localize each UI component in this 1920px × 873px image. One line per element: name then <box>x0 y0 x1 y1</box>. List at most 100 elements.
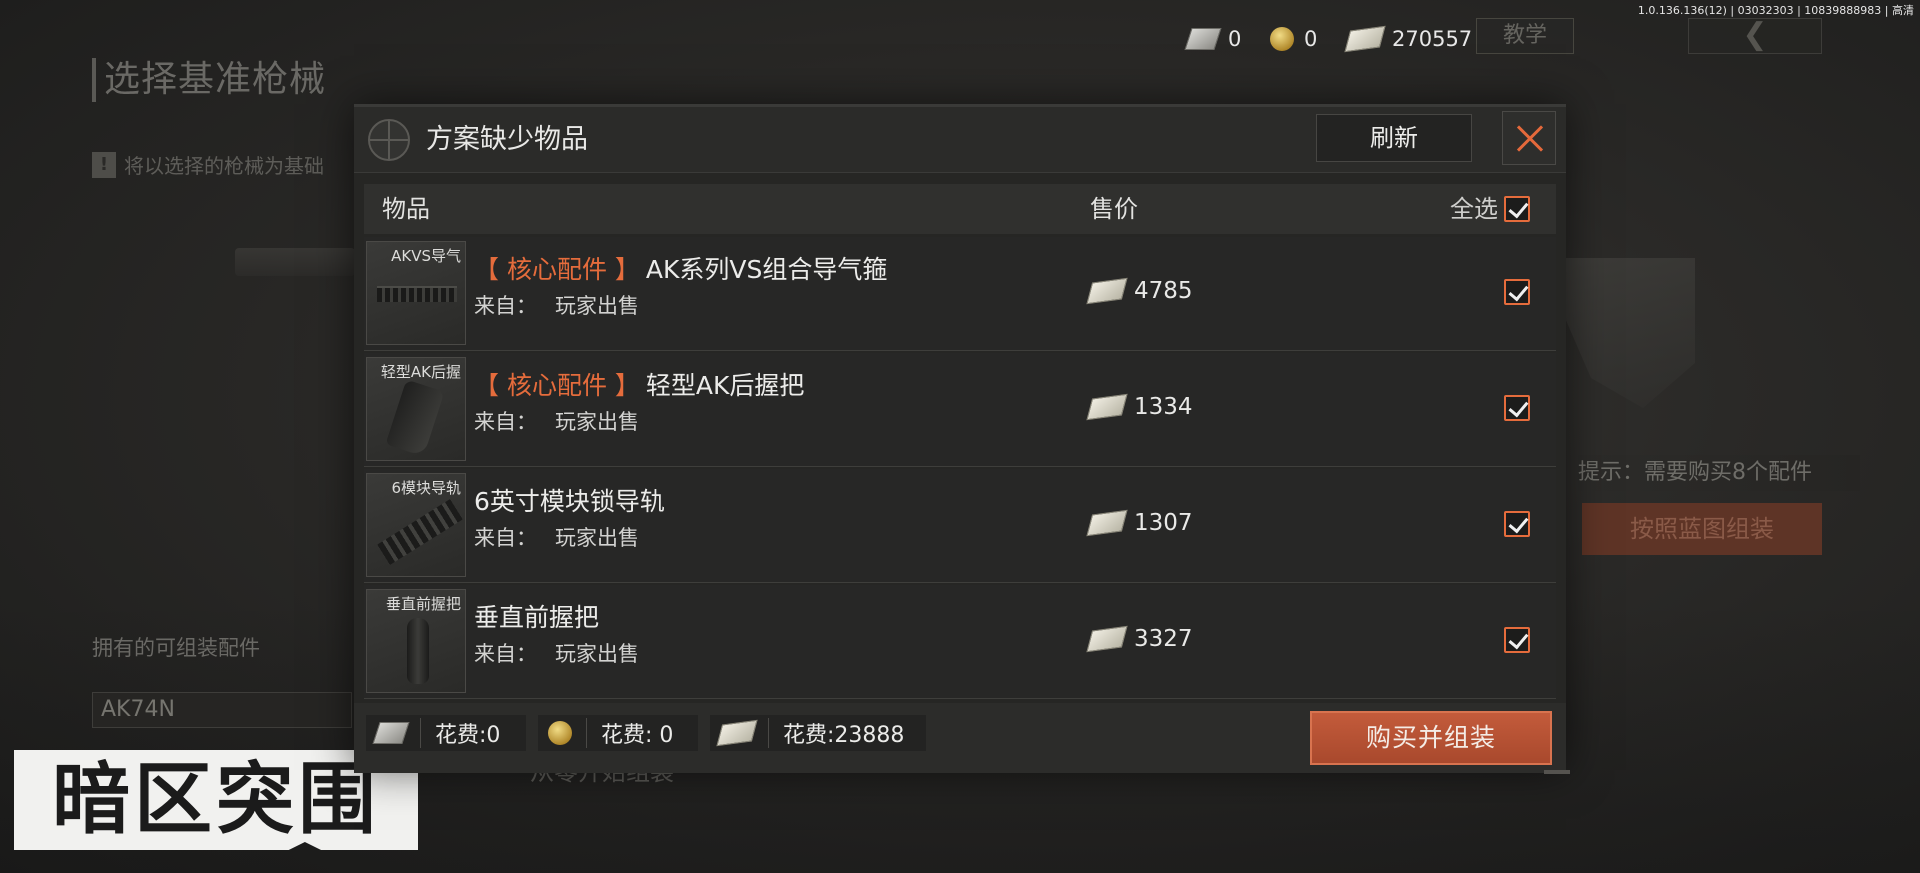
warning-icon: ! <box>92 151 116 178</box>
base-weapon-note: ! 将以选择的枪械为基础 <box>92 150 324 179</box>
tutorial-button[interactable]: 教学 <box>1476 18 1574 54</box>
table-header: 物品 售价 全选 <box>364 184 1556 234</box>
core-part-tag: 【 核心配件 】 <box>474 255 640 284</box>
column-header-item: 物品 <box>382 195 430 223</box>
item-price: 4785 <box>1086 271 1193 311</box>
pistol-grip-icon <box>385 379 445 457</box>
cash-icon <box>1086 393 1128 421</box>
page-title: 选择基准枪械 <box>92 58 326 102</box>
cost-cash-label: 花费:23888 <box>783 723 905 748</box>
buy-and-assemble-button[interactable]: 购买并组装 <box>1310 711 1552 765</box>
weapon-stock-preview <box>1565 258 1695 408</box>
dialog-header: 方案缺少物品 刷新 <box>354 107 1566 173</box>
cost-coin-label: 花费: 0 <box>601 723 674 748</box>
source-value: 玩家出售 <box>555 642 639 666</box>
item-name: 6英寸模块锁导轨 <box>474 485 665 519</box>
back-button[interactable]: ❮ <box>1688 18 1822 54</box>
table-row: AKVS导气 【 核心配件 】 AK系列VS组合导气箍 来自： 玩家出售 4785 <box>364 237 1556 351</box>
currency-coin: 0 <box>1270 24 1317 54</box>
divider <box>420 718 421 748</box>
select-all-label: 全选 <box>1450 195 1498 223</box>
missing-items-dialog: 方案缺少物品 刷新 物品 售价 全选 AKVS导气 【 核心配件 】 AK系列VS… <box>354 104 1570 774</box>
select-all-checkbox[interactable] <box>1504 196 1530 222</box>
dialog-title: 方案缺少物品 <box>426 124 588 155</box>
item-name-text: 6英寸模块锁导轨 <box>474 487 665 516</box>
item-price: 1307 <box>1086 503 1193 543</box>
voucher-amount: 0 <box>1228 27 1242 51</box>
item-checkbox[interactable] <box>1504 279 1530 305</box>
voucher-icon <box>1184 28 1222 50</box>
cash-icon <box>1086 277 1128 305</box>
thumbnail-label: 轻型AK后握 <box>380 363 461 381</box>
item-thumbnail: 6模块导轨 <box>366 473 466 577</box>
version-info: 1.0.136.136(12) | 03032303 | 10839888983… <box>1637 4 1914 17</box>
source-value: 玩家出售 <box>555 410 639 434</box>
item-name: 垂直前握把 <box>474 601 599 635</box>
refresh-button[interactable]: 刷新 <box>1316 114 1472 162</box>
parts-needed-hint: 提示：需要购买8个配件 <box>1578 455 1860 491</box>
item-source: 来自： 玩家出售 <box>474 639 639 669</box>
item-source: 来自： 玩家出售 <box>474 291 639 321</box>
item-price: 3327 <box>1086 619 1193 659</box>
column-header-price: 售价 <box>1090 195 1138 223</box>
table-row: 6模块导轨 6英寸模块锁导轨 来自： 玩家出售 1307 <box>364 469 1556 583</box>
vertical-grip-icon <box>407 618 429 684</box>
assemble-by-blueprint-button[interactable]: 按照蓝图组装 <box>1582 503 1822 555</box>
table-row: 轻型AK后握 【 核心配件 】轻型AK后握把 来自： 玩家出售 1334 <box>364 353 1556 467</box>
dialog-footer: 花费:0 花费: 0 花费:23888 购买并组装 <box>354 703 1566 773</box>
source-label: 来自： <box>474 526 537 550</box>
voucher-icon <box>372 722 410 744</box>
owned-weapon-item[interactable]: AK74N <box>92 692 352 728</box>
item-source: 来自： 玩家出售 <box>474 407 639 437</box>
table-row: 垂直前握把 垂直前握把 来自： 玩家出售 3327 <box>364 585 1556 699</box>
core-part-tag: 【 核心配件 】 <box>474 371 640 400</box>
cost-voucher: 花费:0 <box>366 715 526 751</box>
cash-amount: 270557 <box>1392 27 1473 51</box>
globe-icon <box>368 119 410 161</box>
thumbnail-label: 6模块导轨 <box>391 479 461 497</box>
source-value: 玩家出售 <box>555 526 639 550</box>
item-source: 来自： 玩家出售 <box>474 523 639 553</box>
thumbnail-label: 垂直前握把 <box>385 595 461 613</box>
cash-icon <box>1086 625 1128 653</box>
cash-icon <box>716 719 758 747</box>
item-name: 【 核心配件 】轻型AK后握把 <box>474 369 804 403</box>
price-value: 1307 <box>1134 510 1193 536</box>
item-name-text: AK系列VS组合导气箍 <box>645 255 888 284</box>
price-value: 3327 <box>1134 626 1193 652</box>
base-weapon-note-text: 将以选择的枪械为基础 <box>124 154 324 178</box>
rail-icon <box>377 499 463 565</box>
cash-icon <box>1086 509 1128 537</box>
item-thumbnail: AKVS导气 <box>366 241 466 345</box>
item-thumbnail: 垂直前握把 <box>366 589 466 693</box>
currency-cash: 270557 <box>1344 24 1473 54</box>
price-value: 1334 <box>1134 394 1193 420</box>
item-name: 【 核心配件 】 AK系列VS组合导气箍 <box>474 253 887 287</box>
price-value: 4785 <box>1134 278 1193 304</box>
source-label: 来自： <box>474 294 537 318</box>
divider <box>768 718 769 748</box>
item-checkbox[interactable] <box>1504 395 1530 421</box>
close-button[interactable] <box>1502 111 1556 165</box>
coin-amount: 0 <box>1304 27 1318 51</box>
source-label: 来自： <box>474 410 537 434</box>
cost-voucher-label: 花费:0 <box>435 723 501 748</box>
divider <box>586 718 587 748</box>
coin-icon <box>1270 27 1294 51</box>
currency-voucher: 0 <box>1184 24 1242 54</box>
coin-icon <box>548 721 572 745</box>
cash-icon <box>1344 25 1386 53</box>
weapon-preview-left <box>235 248 355 276</box>
gas-tube-icon <box>377 286 457 302</box>
cost-coin: 花费: 0 <box>538 715 698 751</box>
source-value: 玩家出售 <box>555 294 639 318</box>
item-thumbnail: 轻型AK后握 <box>366 357 466 461</box>
thumbnail-label: AKVS导气 <box>391 247 461 265</box>
source-label: 来自： <box>474 642 537 666</box>
owned-parts-label: 拥有的可组装配件 <box>92 636 260 660</box>
item-checkbox[interactable] <box>1504 627 1530 653</box>
item-list: AKVS导气 【 核心配件 】 AK系列VS组合导气箍 来自： 玩家出售 4785 … <box>364 237 1556 701</box>
item-name-text: 垂直前握把 <box>474 603 600 632</box>
item-checkbox[interactable] <box>1504 511 1530 537</box>
cost-cash: 花费:23888 <box>710 715 926 751</box>
